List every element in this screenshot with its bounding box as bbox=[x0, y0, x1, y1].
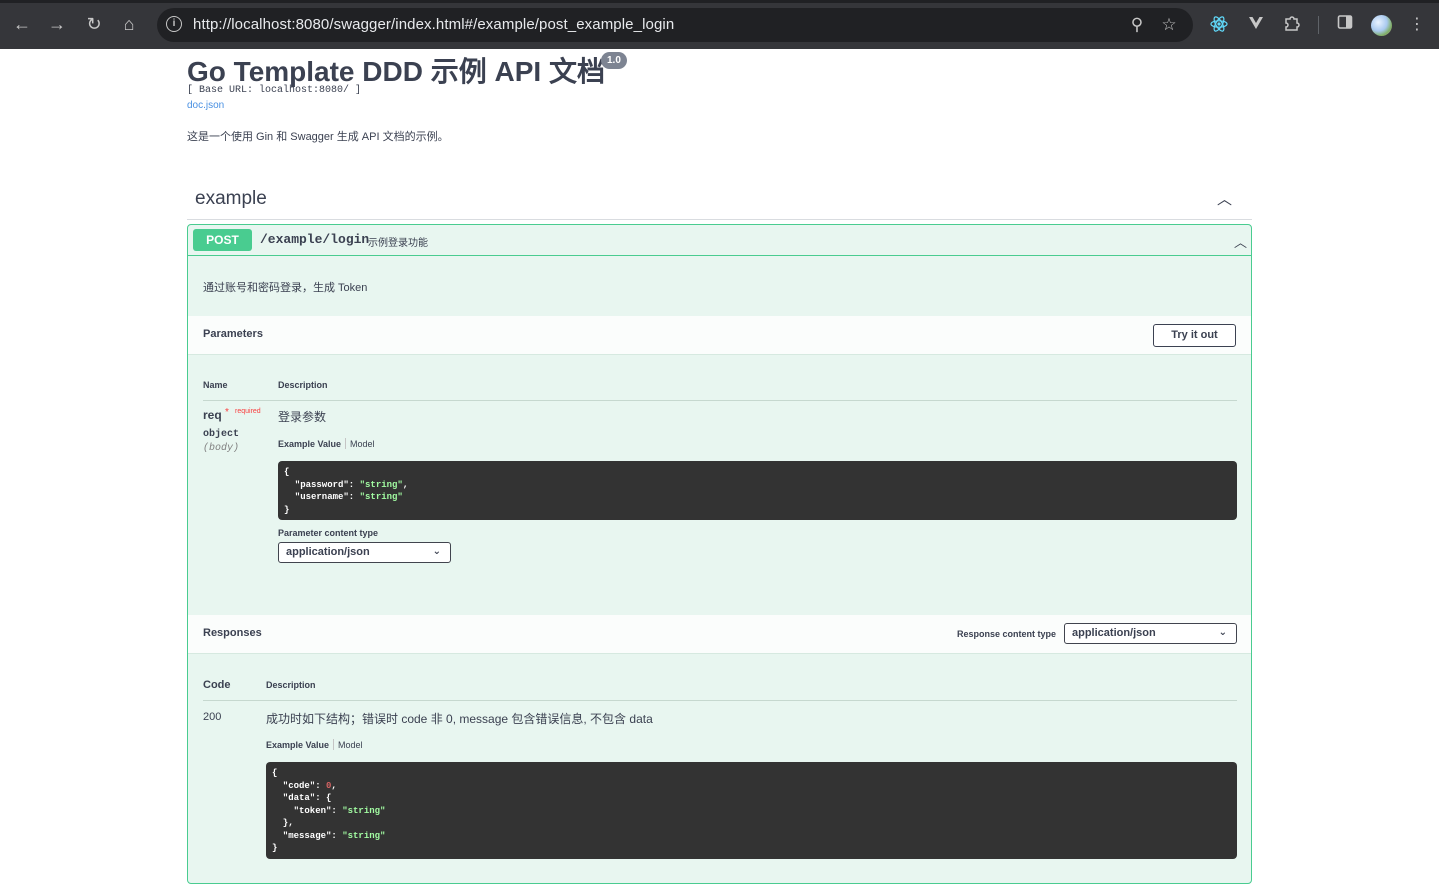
tag-section-header[interactable]: example ︿ bbox=[187, 180, 1252, 220]
toolbar-divider bbox=[1318, 16, 1319, 34]
param-type: object bbox=[203, 429, 240, 440]
code-line: { bbox=[272, 768, 278, 778]
api-description: 这是一个使用 Gin 和 Swagger 生成 API 文档的示例。 bbox=[187, 131, 449, 143]
response-content-type-select[interactable]: application/json ⌄ bbox=[1064, 623, 1237, 644]
response-content-type-value: application/json bbox=[1072, 627, 1156, 639]
api-title: Go Template DDD 示例 API 文档 bbox=[187, 56, 605, 87]
doc-json-link[interactable]: doc.json bbox=[187, 100, 224, 111]
code-string: "string" bbox=[342, 830, 386, 841]
code-string: "string" bbox=[359, 492, 403, 502]
tab-example-value[interactable]: Example Value bbox=[278, 439, 341, 449]
browser-menu-icon[interactable]: ⋮ bbox=[1406, 14, 1428, 36]
param-content-type-select[interactable]: application/json ⌄ bbox=[278, 542, 451, 563]
param-example-code: { "password": "string", "username": "str… bbox=[278, 461, 1237, 520]
method-badge: POST bbox=[193, 229, 252, 251]
operation-chevron-icon[interactable]: ︿ bbox=[1234, 232, 1247, 251]
chevron-down-icon: ⌄ bbox=[1218, 627, 1227, 638]
response-col-code: Code bbox=[203, 679, 231, 691]
bookmark-star-icon[interactable]: ☆ bbox=[1159, 15, 1179, 35]
code-line: } bbox=[284, 504, 290, 515]
tab-separator bbox=[345, 438, 347, 449]
operation-block: POST /example/login 示例登录功能 ︿ 通过账号和密码登录，生… bbox=[187, 224, 1252, 884]
responses-title: Responses bbox=[203, 627, 262, 639]
reload-icon[interactable]: ↻ bbox=[82, 12, 106, 36]
swagger-page: Go Template DDD 示例 API 文档 1.0 [ Base URL… bbox=[0, 49, 1439, 884]
tab-model[interactable]: Model bbox=[350, 439, 375, 449]
operation-summary-text: 示例登录功能 bbox=[368, 238, 428, 249]
response-description: 成功时如下结构；错误时 code 非 0, message 包含错误信息, 不包… bbox=[266, 712, 653, 726]
code-string: "string" bbox=[342, 805, 386, 816]
side-panel-icon[interactable] bbox=[1334, 14, 1356, 36]
try-it-out-button[interactable]: Try it out bbox=[1153, 324, 1236, 347]
collapse-chevron-icon[interactable]: ︿ bbox=[1217, 188, 1232, 209]
param-col-description: Description bbox=[278, 380, 328, 390]
react-devtools-icon[interactable] bbox=[1208, 14, 1230, 36]
code-line: }, bbox=[272, 818, 294, 828]
address-bar[interactable]: i http://localhost:8080/swagger/index.ht… bbox=[157, 8, 1193, 42]
operation-description: 通过账号和密码登录，生成 Token bbox=[203, 282, 368, 294]
response-header-rule bbox=[203, 700, 1237, 701]
required-label: required bbox=[235, 408, 261, 415]
vue-devtools-icon[interactable] bbox=[1245, 14, 1267, 36]
parameters-title: Parameters bbox=[203, 328, 263, 340]
code-line: "code": 0, bbox=[272, 780, 337, 791]
zoom-search-icon[interactable]: ⚲ bbox=[1127, 15, 1147, 35]
code-line: "username": "string" bbox=[284, 492, 403, 502]
parameters-header: Parameters Try it out bbox=[188, 316, 1251, 355]
code-line: "message": "string" bbox=[272, 830, 386, 841]
chevron-down-icon: ⌄ bbox=[432, 546, 441, 557]
extensions-puzzle-icon[interactable] bbox=[1281, 14, 1303, 36]
code-line: } bbox=[272, 843, 278, 853]
code-line: { bbox=[284, 467, 290, 477]
param-col-name: Name bbox=[203, 380, 228, 390]
tab-separator bbox=[333, 739, 335, 750]
home-icon[interactable]: ⌂ bbox=[117, 12, 141, 36]
operation-summary[interactable]: POST /example/login 示例登录功能 ︿ bbox=[188, 225, 1251, 256]
param-name: req bbox=[203, 408, 222, 422]
response-code: 200 bbox=[203, 711, 222, 723]
code-number: 0 bbox=[326, 780, 332, 791]
code-line: "token": "string" bbox=[272, 805, 386, 816]
required-star: * bbox=[225, 407, 229, 418]
param-description: 登录参数 bbox=[278, 410, 327, 424]
code-string: "string" bbox=[359, 479, 403, 490]
code-line: "data": { bbox=[272, 793, 332, 803]
param-example-tabs: Example Value Model bbox=[278, 438, 375, 449]
response-content-type-label: Response content type bbox=[957, 629, 1057, 639]
param-header-rule bbox=[203, 400, 1237, 401]
param-content-type-value: application/json bbox=[286, 546, 370, 558]
code-line: "password": "string", bbox=[284, 479, 409, 490]
version-badge: 1.0 bbox=[601, 52, 627, 69]
forward-icon[interactable]: → bbox=[45, 12, 69, 36]
browser-toolbar: ← → ↻ ⌂ i http://localhost:8080/swagger/… bbox=[0, 0, 1439, 49]
response-col-description: Description bbox=[266, 680, 316, 690]
response-example-tabs: Example Value Model bbox=[266, 739, 363, 750]
base-url: [ Base URL: localhost:8080/ ] bbox=[187, 85, 362, 96]
tab-strip-edge bbox=[0, 0, 1439, 3]
responses-header: Responses Response content type applicat… bbox=[188, 615, 1251, 654]
tab-model[interactable]: Model bbox=[338, 740, 363, 750]
tag-name[interactable]: example bbox=[195, 188, 267, 210]
param-location: (body) bbox=[203, 443, 240, 454]
url-text[interactable]: http://localhost:8080/swagger/index.html… bbox=[193, 16, 674, 33]
operation-path: /example/login bbox=[260, 232, 370, 247]
back-icon[interactable]: ← bbox=[10, 12, 34, 36]
profile-avatar[interactable] bbox=[1371, 15, 1392, 36]
param-content-type-label: Parameter content type bbox=[278, 528, 379, 538]
tab-example-value[interactable]: Example Value bbox=[266, 740, 329, 750]
site-info-icon[interactable]: i bbox=[166, 16, 182, 32]
response-example-code: { "code": 0, "data": { "token": "string"… bbox=[266, 762, 1237, 859]
